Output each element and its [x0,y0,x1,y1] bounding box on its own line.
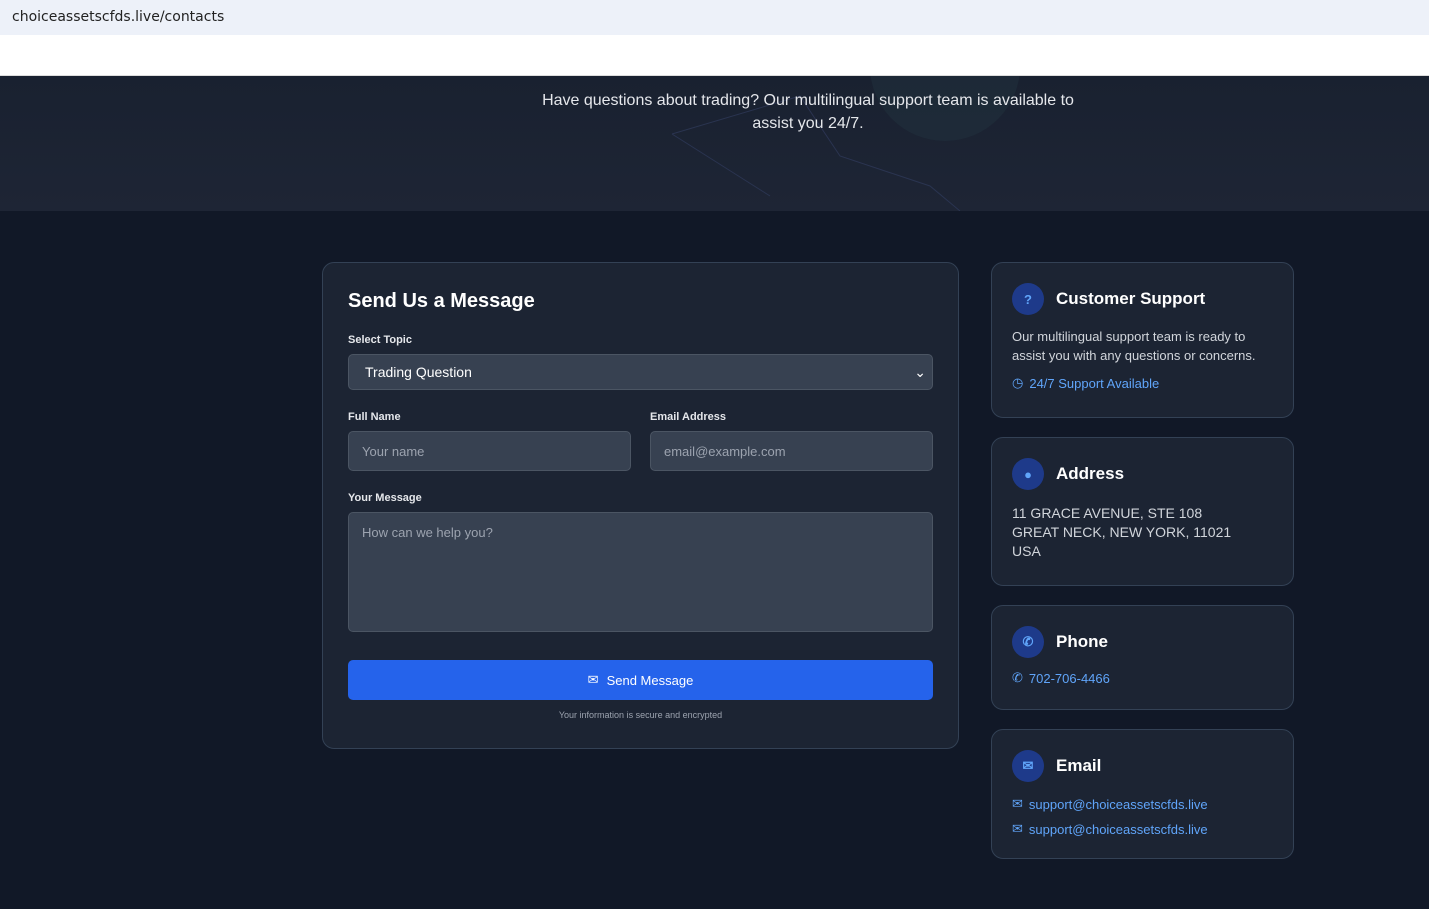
address-title: Address [1056,464,1125,483]
phone-icon: ✆ [1012,626,1044,658]
address-line: USA [1012,543,1041,559]
header-area [0,35,1429,76]
message-placeholder: How can we help you? [362,525,493,540]
phone-title: Phone [1056,632,1108,651]
clock-icon: ◷ [1012,375,1024,390]
envelope-small-icon: ✉ [1012,821,1023,836]
phone-number: 702-706-4466 [1028,670,1110,686]
topic-select[interactable]: Trading Question ⌄ [348,354,933,390]
phone-card: ✆ Phone ✆ 702-706-4466 [991,605,1294,710]
support-text: Our multilingual support team is ready t… [1012,329,1256,363]
availability-text: 24/7 Support Available [1029,375,1160,391]
name-placeholder: Your name [362,443,425,459]
support-availability: ◷ 24/7 Support Available [1012,375,1273,391]
address-line: GREAT NECK, NEW YORK, 11021 [1012,524,1232,540]
email-label: Email Address [650,411,727,423]
name-label: Full Name [348,411,401,423]
envelope-icon: ✉ [587,672,599,687]
hero-text: Have questions about trading? Our multil… [542,92,1074,132]
email-address: support@choiceassetscfds.live [1028,796,1208,812]
message-label: Your Message [348,492,422,504]
email-placeholder: email@example.com [664,443,786,459]
envelope-icon: ✉ [1012,750,1044,782]
contact-form: Send Us a Message Select Topic Trading Q… [322,262,959,749]
send-message-button[interactable]: ✉ Send Message [348,660,933,700]
topic-value: Trading Question [365,364,472,380]
support-card: ? Customer Support Our multilingual suppo… [991,262,1294,418]
email-input[interactable]: email@example.com [650,431,933,471]
email-card: ✉ Email ✉ support@choiceassetscfds.live ✉ s… [991,729,1294,859]
topic-label: Select Topic [348,334,412,346]
hero-section: Have questions about trading? Our multil… [0,76,1429,211]
phone-small-icon: ✆ [1012,670,1023,685]
phone-link[interactable]: ✆ 702-706-4466 [1012,670,1273,686]
name-input[interactable]: Your name [348,431,631,471]
address-bar[interactable]: choiceassetscfds.live/contacts [0,0,1429,35]
envelope-small-icon: ✉ [1012,796,1023,811]
address-line: 11 GRACE AVENUE, STE 108 [1012,505,1203,521]
email-address: support@choiceassetscfds.live [1028,821,1208,837]
chevron-down-icon: ⌄ [914,363,926,380]
question-icon: ? [1012,283,1044,315]
security-note: Your information is secure and encrypted [558,710,723,720]
form-title: Send Us a Message [348,290,535,312]
email-link[interactable]: ✉ support@choiceassetscfds.live [1012,821,1273,837]
message-textarea[interactable]: How can we help you? [348,512,933,632]
location-pin-icon: ● [1012,458,1044,490]
address-card: ● Address 11 GRACE AVENUE, STE 108 GREAT … [991,437,1294,586]
support-title: Customer Support [1056,289,1206,308]
email-link[interactable]: ✉ support@choiceassetscfds.live [1012,796,1273,812]
email-title: Email [1056,756,1102,775]
send-label: Send Message [606,672,694,688]
